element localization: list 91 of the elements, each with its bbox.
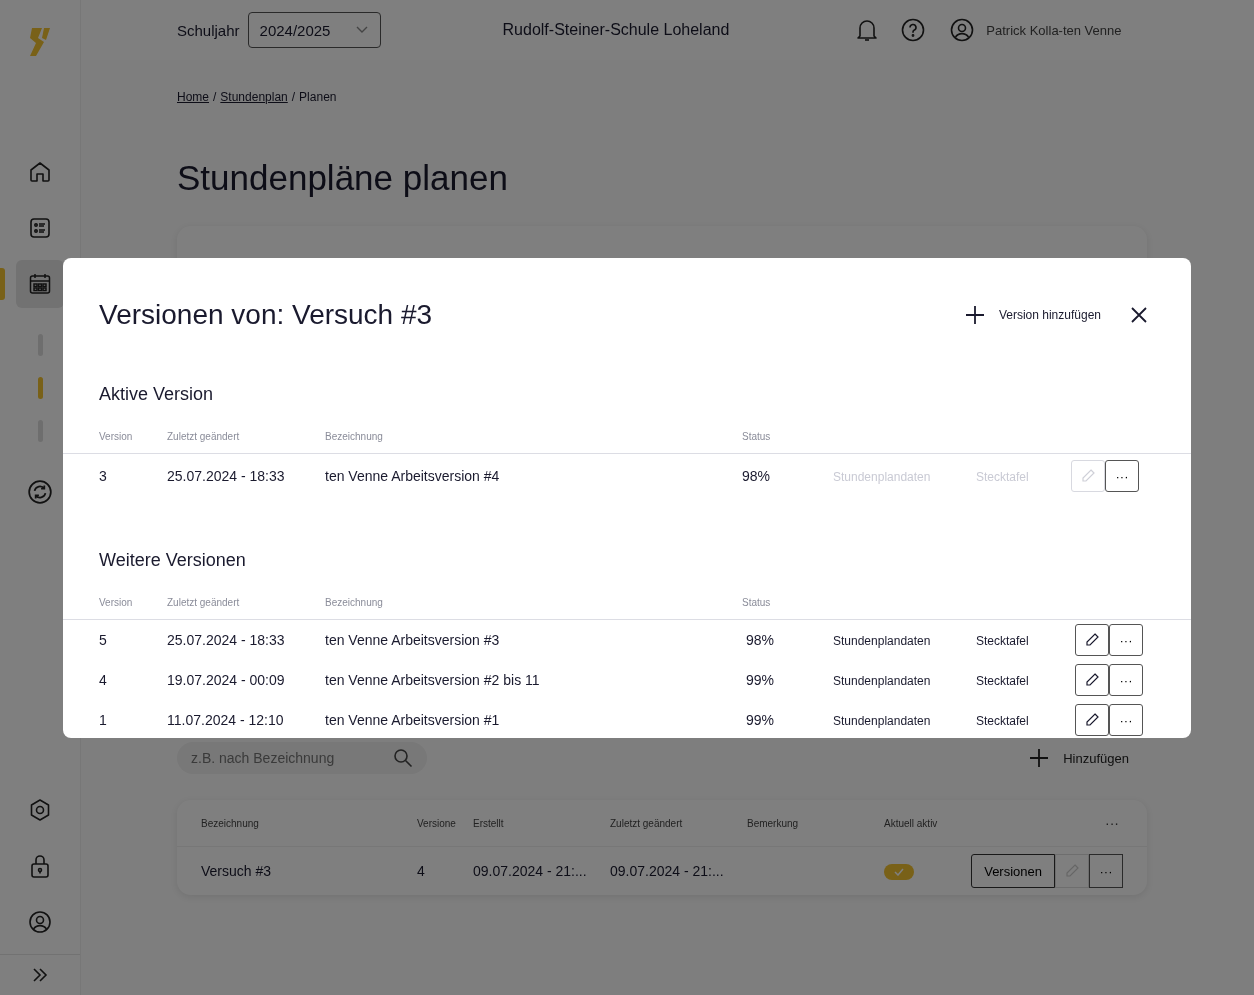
section-title: Weitere Versionen bbox=[99, 550, 247, 571]
search-icon bbox=[393, 748, 413, 768]
breadcrumb-separator: / bbox=[213, 90, 217, 104]
table-cell-text: 99% bbox=[745, 712, 776, 728]
column-header: Bezeichnung bbox=[201, 817, 260, 829]
column-header: Erstellt bbox=[473, 817, 505, 829]
close-icon[interactable] bbox=[1131, 307, 1147, 323]
expand-icon[interactable] bbox=[31, 966, 49, 984]
more-menu[interactable]: ··· bbox=[1105, 815, 1119, 831]
logo-icon bbox=[28, 26, 52, 58]
table-cell-text: 25.07.2024 - 18:33 bbox=[167, 632, 286, 648]
column-header: Zuletzt geändert bbox=[167, 597, 241, 608]
page-title: Stundenpläne planen bbox=[177, 158, 509, 198]
table-cell-text: 11.07.2024 - 12:10 bbox=[167, 712, 285, 728]
plus-icon bbox=[964, 305, 985, 325]
home-icon bbox=[28, 160, 52, 184]
breadcrumb-link[interactable]: Home bbox=[177, 90, 209, 104]
user-name[interactable]: Patrick Kolla-ten Venne bbox=[986, 22, 1122, 38]
timetable-data-link[interactable]: Stundenplandaten bbox=[833, 714, 931, 728]
column-header: Bezeichnung bbox=[325, 597, 384, 608]
timetable-data-link[interactable]: Stundenplandaten bbox=[833, 634, 931, 648]
column-header: Bemerkung bbox=[747, 817, 800, 829]
table-cell-text: 09.07.2024 - 21:... bbox=[473, 863, 588, 879]
column-header: Versione bbox=[417, 817, 457, 829]
column-header: Version bbox=[99, 431, 134, 442]
column-header: Zuletzt geändert bbox=[167, 431, 241, 442]
versions-button[interactable]: Versionen bbox=[971, 854, 1055, 888]
pencil-icon bbox=[1085, 673, 1099, 687]
help-icon[interactable] bbox=[901, 18, 926, 42]
edit-button[interactable] bbox=[1075, 704, 1109, 736]
table-cell-text: 3 bbox=[99, 468, 108, 484]
pinboard-link[interactable]: Stecktafel bbox=[976, 714, 1029, 728]
search-input[interactable]: z.B. nach Bezeichnung bbox=[189, 749, 383, 767]
dialog-title: Versionen von: Versuch #3 bbox=[99, 299, 434, 331]
pencil-icon bbox=[1085, 633, 1099, 647]
edit-button[interactable] bbox=[1075, 664, 1109, 696]
pinboard-link[interactable]: Stecktafel bbox=[976, 634, 1029, 648]
table-cell-text: 99% bbox=[745, 672, 776, 688]
school-year-select[interactable]: 2024/2025 bbox=[247, 12, 381, 48]
table-cell-text: ten Venne Arbeitsversion #3 bbox=[325, 632, 501, 648]
column-header: Aktuell aktiv bbox=[884, 817, 939, 829]
chevron-down-icon bbox=[355, 26, 368, 34]
search-field[interactable]: z.B. nach Bezeichnung bbox=[177, 742, 427, 774]
pencil-icon bbox=[1085, 713, 1099, 727]
column-header: Status bbox=[742, 431, 772, 442]
table-cell-text: 25.07.2024 - 18:33 bbox=[167, 468, 286, 484]
check-icon bbox=[894, 867, 904, 876]
table-cell-text: 4 bbox=[417, 863, 426, 879]
breadcrumb-link[interactable]: Stundenplan bbox=[220, 90, 288, 104]
user-icon[interactable] bbox=[950, 18, 975, 42]
more-button[interactable]: ··· bbox=[1109, 624, 1143, 656]
pencil-icon bbox=[1065, 864, 1079, 878]
more-button[interactable]: ··· bbox=[1109, 664, 1143, 696]
table-cell-text: 09.07.2024 - 21:... bbox=[610, 863, 725, 879]
table-cell-text: 1 bbox=[99, 712, 108, 728]
active-toggle[interactable] bbox=[884, 863, 914, 880]
table-cell-text: 98% bbox=[742, 468, 772, 484]
lock-icon[interactable] bbox=[28, 853, 52, 879]
table-cell-text: 5 bbox=[99, 632, 108, 648]
table-cell-text: 98% bbox=[745, 632, 776, 648]
pencil-icon bbox=[1081, 469, 1095, 483]
table-cell-text: Versuch #3 bbox=[201, 863, 273, 879]
table-cell-text: 19.07.2024 - 00:09 bbox=[167, 672, 286, 688]
section-title: Aktive Version bbox=[99, 384, 215, 405]
school-year-label: Schuljahr bbox=[177, 21, 240, 39]
edit-button[interactable] bbox=[1075, 624, 1109, 656]
more-button[interactable]: ··· bbox=[1089, 854, 1123, 888]
table-cell-text: ten Venne Arbeitsversion #4 bbox=[325, 468, 501, 484]
column-header: Zuletzt geändert bbox=[610, 817, 684, 829]
school-name: Rudolf-Steiner-Schule Loheland bbox=[502, 21, 730, 39]
table-cell-text: ten Venne Arbeitsversion #2 bis 11 bbox=[325, 672, 541, 688]
breadcrumb-current: Planen bbox=[299, 90, 337, 104]
add-button[interactable]: Hinzufügen bbox=[1023, 747, 1135, 769]
sync-icon[interactable] bbox=[27, 479, 53, 505]
column-header: Version bbox=[99, 597, 134, 608]
pinboard-link[interactable]: Stecktafel bbox=[976, 674, 1029, 688]
calendar-icon bbox=[28, 272, 52, 296]
table-cell-text: ten Venne Arbeitsversion #1 bbox=[325, 712, 501, 728]
plus-icon bbox=[1029, 748, 1050, 768]
breadcrumb-separator: / bbox=[291, 90, 296, 104]
add-version-button[interactable]: Version hinzufügen bbox=[964, 305, 1101, 325]
profile-icon[interactable] bbox=[28, 910, 52, 934]
more-button[interactable]: ··· bbox=[1109, 704, 1143, 736]
timetable-data-link[interactable]: Stundenplandaten bbox=[833, 674, 931, 688]
column-header: Bezeichnung bbox=[325, 431, 384, 442]
table-cell-text: 4 bbox=[99, 672, 108, 688]
bell-icon[interactable] bbox=[856, 18, 879, 42]
settings-icon[interactable] bbox=[28, 798, 52, 822]
column-header: Status bbox=[742, 597, 772, 608]
list-icon bbox=[28, 216, 52, 240]
nav-item[interactable] bbox=[0, 260, 64, 308]
